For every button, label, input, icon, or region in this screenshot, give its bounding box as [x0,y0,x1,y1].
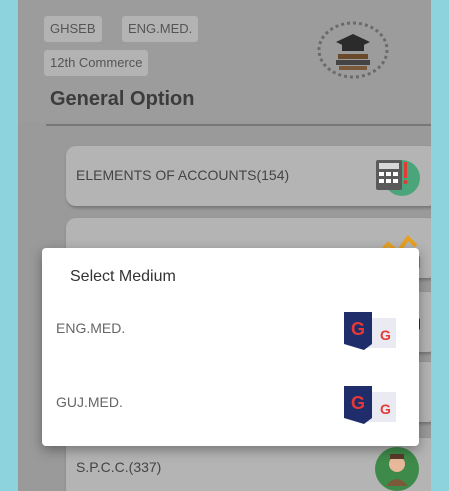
google-translate-icon: G G [344,312,396,350]
svg-text:G: G [380,327,391,343]
dialog-title: Select Medium [70,268,176,285]
medium-option-gujarati[interactable]: GUJ.MED. G G [42,380,419,424]
option-label: GUJ.MED. [56,394,123,410]
google-translate-icon: G G [344,386,396,424]
svg-text:G: G [380,401,391,417]
svg-text:G: G [351,319,365,339]
option-label: ENG.MED. [56,320,126,336]
svg-text:G: G [351,393,365,413]
medium-option-english[interactable]: ENG.MED. G G [42,306,419,350]
select-medium-dialog: Select Medium ENG.MED. G G GUJ.MED. G G [42,248,419,446]
